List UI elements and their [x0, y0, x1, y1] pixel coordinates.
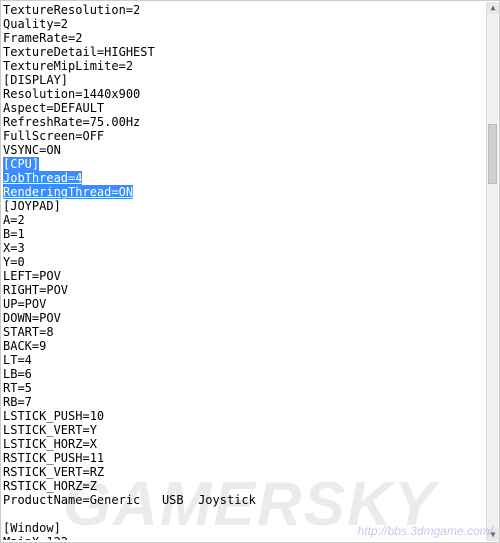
config-line[interactable]: MainX=122 — [3, 535, 485, 540]
config-line[interactable]: START=8 — [3, 325, 485, 339]
config-line[interactable]: ProductName=Generic USB Joystick — [3, 493, 485, 507]
config-line[interactable]: DOWN=POV — [3, 311, 485, 325]
config-line[interactable]: LSTICK_PUSH=10 — [3, 409, 485, 423]
config-line[interactable]: VSYNC=ON — [3, 143, 485, 157]
config-line[interactable]: LEFT=POV — [3, 269, 485, 283]
config-line[interactable]: TextureMipLimite=2 — [3, 59, 485, 73]
config-line[interactable]: [CPU] — [3, 157, 485, 171]
config-line[interactable]: UP=POV — [3, 297, 485, 311]
config-line[interactable]: RB=7 — [3, 395, 485, 409]
config-line[interactable]: Resolution=1440x900 — [3, 87, 485, 101]
config-line[interactable]: JobThread=4 — [3, 171, 485, 185]
scroll-up-button[interactable]: ▲ — [487, 2, 499, 14]
config-line[interactable]: Quality=2 — [3, 17, 485, 31]
selected-text[interactable]: [CPU] — [3, 157, 39, 171]
config-line[interactable]: LB=6 — [3, 367, 485, 381]
config-line[interactable]: [Window] — [3, 521, 485, 535]
config-line[interactable]: RSTICK_PUSH=11 — [3, 451, 485, 465]
selected-text[interactable]: RenderingThread=ON — [3, 185, 133, 199]
config-line[interactable]: BACK=9 — [3, 339, 485, 353]
config-line[interactable]: Aspect=DEFAULT — [3, 101, 485, 115]
config-line[interactable]: B=1 — [3, 227, 485, 241]
config-line[interactable]: X=3 — [3, 241, 485, 255]
config-line[interactable]: RT=5 — [3, 381, 485, 395]
config-line[interactable]: TextureResolution=2 — [3, 3, 485, 17]
config-line[interactable]: RSTICK_HORZ=Z — [3, 479, 485, 493]
config-line[interactable]: [JOYPAD] — [3, 199, 485, 213]
config-line[interactable] — [3, 507, 485, 521]
config-line[interactable]: FullScreen=OFF — [3, 129, 485, 143]
scroll-thumb[interactable] — [488, 124, 497, 184]
config-line[interactable]: FrameRate=2 — [3, 31, 485, 45]
config-line[interactable]: A=2 — [3, 213, 485, 227]
config-line[interactable]: RefreshRate=75.00Hz — [3, 115, 485, 129]
selected-text[interactable]: JobThread=4 — [3, 171, 82, 185]
scroll-track[interactable] — [487, 14, 498, 529]
vertical-scrollbar[interactable]: ▲ ▼ — [486, 2, 498, 541]
config-line[interactable]: RenderingThread=ON — [3, 185, 485, 199]
config-line[interactable]: [DISPLAY] — [3, 73, 485, 87]
scroll-down-button[interactable]: ▼ — [487, 529, 499, 541]
config-line[interactable]: Y=0 — [3, 255, 485, 269]
config-line[interactable]: RIGHT=POV — [3, 283, 485, 297]
config-line[interactable]: TextureDetail=HIGHEST — [3, 45, 485, 59]
config-line[interactable]: LSTICK_HORZ=X — [3, 437, 485, 451]
config-line[interactable]: RSTICK_VERT=RZ — [3, 465, 485, 479]
config-line[interactable]: LT=4 — [3, 353, 485, 367]
config-line[interactable]: LSTICK_VERT=Y — [3, 423, 485, 437]
config-text-editor[interactable]: TextureResolution=2Quality=2FrameRate=2T… — [3, 3, 485, 540]
